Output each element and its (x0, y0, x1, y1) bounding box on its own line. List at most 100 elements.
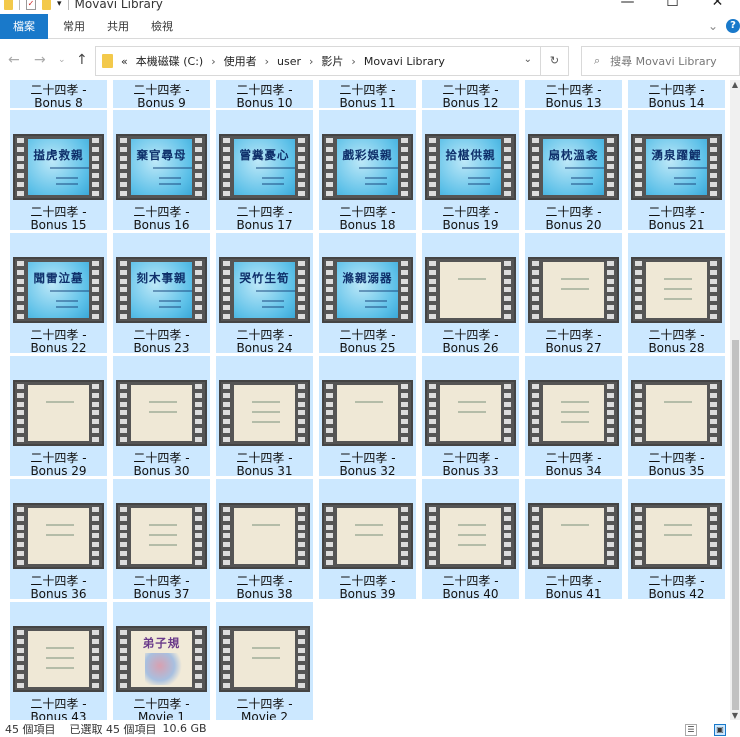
file-item[interactable]: 棄官尋母 二十四孝 - Bonus 16 (113, 110, 210, 232)
file-item[interactable]: 扇枕溫衾 二十四孝 - Bonus 20 (525, 110, 622, 232)
large-icons-view-button[interactable]: ▣ (714, 724, 726, 736)
file-name: Bonus 21 (648, 218, 705, 232)
help-icon[interactable]: ? (726, 19, 740, 33)
file-item[interactable]: 二十四孝 - Bonus 36 (10, 479, 107, 601)
breadcrumb-user[interactable]: user (277, 55, 301, 68)
file-item[interactable]: 二十四孝 - Bonus 40 (422, 479, 519, 601)
file-item[interactable]: 刻木事親 二十四孝 - Bonus 23 (113, 233, 210, 355)
tab-share[interactable]: 共用 (96, 14, 140, 39)
file-item[interactable]: 二十四孝 - Bonus 10 (216, 80, 313, 110)
file-item[interactable]: 搤虎救親 二十四孝 - Bonus 15 (10, 110, 107, 232)
file-item[interactable]: 弟子規 二十四孝 - Movie 1 (113, 602, 210, 720)
thumbnail-text-line (159, 177, 181, 179)
file-name: Bonus 25 (339, 341, 396, 355)
file-item[interactable]: 哭竹生筍 二十四孝 - Bonus 24 (216, 233, 313, 355)
thumbnail-text-line (56, 183, 78, 185)
properties-icon[interactable]: ✓ (26, 0, 36, 10)
file-item[interactable]: 二十四孝 - Bonus 37 (113, 479, 210, 601)
tab-file[interactable]: 檔案 (0, 13, 48, 39)
thumbnail-text-line (458, 278, 486, 280)
thumbnail-text-line (256, 167, 295, 169)
breadcrumb-videos[interactable]: 影片 (321, 53, 343, 69)
chevron-right-icon[interactable]: › (309, 55, 313, 68)
scroll-down-icon[interactable]: ▼ (730, 711, 740, 720)
scroll-up-icon[interactable]: ▲ (730, 80, 740, 89)
file-item[interactable]: 嘗糞憂心 二十四孝 - Bonus 17 (216, 110, 313, 232)
forward-button[interactable]: → (34, 52, 46, 68)
video-thumbnail (631, 503, 722, 569)
file-item[interactable]: 二十四孝 - Bonus 31 (216, 356, 313, 478)
minimize-button[interactable]: — (605, 0, 650, 10)
file-item[interactable]: 二十四孝 - Bonus 30 (113, 356, 210, 478)
file-item[interactable]: 湧泉躍鯉 二十四孝 - Bonus 21 (628, 110, 725, 232)
thumbnail-text-line (365, 300, 387, 302)
film-strip-holes (17, 507, 25, 565)
file-item[interactable]: 二十四孝 - Bonus 14 (628, 80, 725, 110)
new-folder-icon[interactable] (42, 0, 51, 10)
chevron-right-icon[interactable]: › (351, 55, 355, 68)
maximize-button[interactable]: ☐ (650, 0, 695, 10)
film-strip-holes (429, 384, 437, 442)
film-strip-holes (504, 138, 512, 196)
file-item[interactable]: 二十四孝 - Bonus 28 (628, 233, 725, 355)
file-item[interactable]: 二十四孝 - Bonus 33 (422, 356, 519, 478)
thumbnail-text-line (462, 167, 501, 169)
file-item[interactable]: 滌親溺器 二十四孝 - Bonus 25 (319, 233, 416, 355)
file-name: Bonus 36 (30, 587, 87, 601)
file-item[interactable]: 二十四孝 - Bonus 12 (422, 80, 519, 110)
search-input[interactable]: ⌕ 搜尋 Movavi Library (581, 46, 740, 76)
file-item[interactable]: 二十四孝 - Bonus 43 (10, 602, 107, 720)
divider (19, 0, 20, 10)
window-title: Movavi Library (74, 0, 163, 11)
thumbnail-text-line (674, 183, 696, 185)
tab-view[interactable]: 檢視 (140, 14, 184, 39)
file-item[interactable]: 二十四孝 - Bonus 8 (10, 80, 107, 110)
file-item[interactable]: 聞雷泣墓 二十四孝 - Bonus 22 (10, 233, 107, 355)
file-item[interactable]: 戲彩娛親 二十四孝 - Bonus 18 (319, 110, 416, 232)
expand-ribbon-icon[interactable]: ⌄ (708, 19, 718, 33)
file-item[interactable]: 二十四孝 - Bonus 9 (113, 80, 210, 110)
title-bar: ✓ ▾ Movavi Library — ☐ ✕ (0, 0, 740, 14)
video-thumbnail (116, 380, 207, 446)
file-item[interactable]: 拾椹供親 二十四孝 - Bonus 19 (422, 110, 519, 232)
file-item[interactable]: 二十四孝 - Bonus 26 (422, 233, 519, 355)
film-strip-holes (710, 384, 718, 442)
tab-home[interactable]: 常用 (52, 14, 96, 39)
vertical-scrollbar[interactable]: ▲ ▼ (730, 80, 740, 720)
file-item[interactable]: 二十四孝 - Bonus 39 (319, 479, 416, 601)
file-item[interactable]: 二十四孝 - Bonus 41 (525, 479, 622, 601)
file-item[interactable]: 二十四孝 - Bonus 32 (319, 356, 416, 478)
chevron-right-icon[interactable]: › (211, 55, 215, 68)
details-view-button[interactable]: ☰ (685, 724, 697, 736)
file-item[interactable]: 二十四孝 - Bonus 11 (319, 80, 416, 110)
file-name: Bonus 41 (545, 587, 602, 601)
thumbnail-text-line (149, 524, 177, 526)
file-item[interactable]: 二十四孝 - Bonus 29 (10, 356, 107, 478)
address-bar[interactable]: « 本機磁碟 (C:) › 使用者 › user › 影片 › Movavi L… (95, 46, 569, 76)
thumbnail-image (646, 508, 707, 564)
breadcrumb-overflow[interactable]: « (121, 55, 128, 68)
file-item[interactable]: 二十四孝 - Bonus 27 (525, 233, 622, 355)
file-item[interactable]: 二十四孝 - Bonus 34 (525, 356, 622, 478)
thumbnail-text-line (365, 306, 387, 308)
close-button[interactable]: ✕ (695, 0, 740, 10)
file-item[interactable]: 二十四孝 - Bonus 13 (525, 80, 622, 110)
scrollbar-thumb[interactable] (732, 340, 739, 710)
chevron-right-icon[interactable]: › (265, 55, 269, 68)
up-button[interactable]: ↑ (76, 52, 88, 68)
video-thumbnail (322, 380, 413, 446)
file-item[interactable]: 二十四孝 - Bonus 38 (216, 479, 313, 601)
breadcrumb-movavi-library[interactable]: Movavi Library (364, 55, 445, 68)
customize-toolbar-icon[interactable]: ▾ (57, 0, 62, 9)
file-item[interactable]: 二十四孝 - Bonus 42 (628, 479, 725, 601)
recent-locations-button[interactable]: ⌄ (58, 55, 66, 65)
file-item[interactable]: 二十四孝 - Bonus 35 (628, 356, 725, 478)
thumbnail-image (28, 508, 89, 564)
address-dropdown-icon[interactable]: ⌄ (524, 54, 532, 65)
refresh-button[interactable]: ↻ (540, 47, 568, 75)
breadcrumb-users[interactable]: 使用者 (224, 53, 257, 69)
back-button[interactable]: ← (8, 52, 20, 68)
file-item[interactable]: 二十四孝 - Movie 2 (216, 602, 313, 720)
breadcrumb-local-disk[interactable]: 本機磁碟 (C:) (136, 53, 203, 69)
film-strip-holes (326, 261, 334, 319)
